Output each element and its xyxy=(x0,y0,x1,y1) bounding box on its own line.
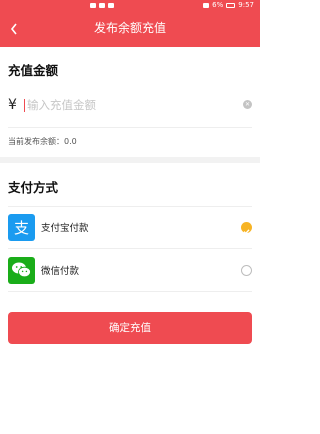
wechat-icon xyxy=(8,256,35,284)
amount-input-row: ¥ ✕ xyxy=(8,91,252,119)
divider xyxy=(8,206,252,207)
title-bar: 发布余额充值 xyxy=(0,10,260,47)
clear-icon[interactable]: ✕ xyxy=(243,100,252,109)
payment-option-label: 微信付款 xyxy=(41,266,80,277)
current-balance: 当前发布余额：0.0 xyxy=(8,137,77,146)
amount-input[interactable] xyxy=(27,98,227,112)
alipay-icon: 支 xyxy=(8,213,35,241)
currency-symbol: ¥ xyxy=(8,97,17,113)
radio-unchecked-icon[interactable] xyxy=(241,265,252,276)
payment-option-wechat[interactable]: 微信付款 xyxy=(8,256,252,284)
radio-checked-icon[interactable] xyxy=(241,222,252,235)
eye-icon xyxy=(203,2,210,8)
message-icon xyxy=(108,2,114,8)
text-cursor xyxy=(24,98,25,112)
status-bar: 6% 9:57 xyxy=(0,0,260,10)
notification-icon xyxy=(99,2,105,8)
svg-text:支: 支 xyxy=(14,219,29,237)
status-time: 9:57 xyxy=(238,1,254,9)
divider xyxy=(8,248,252,249)
status-icons-right: 6% 9:57 xyxy=(203,0,254,10)
recharge-section-title: 充值金额 xyxy=(8,63,59,78)
payment-option-alipay[interactable]: 支 支付宝付款 xyxy=(8,213,252,241)
battery-level: 6% xyxy=(212,1,224,9)
divider xyxy=(8,291,252,292)
divider xyxy=(8,127,252,128)
page-title: 发布余额充值 xyxy=(93,21,166,35)
confirm-recharge-button[interactable]: 确定充值 xyxy=(8,312,252,344)
battery-icon xyxy=(226,2,236,8)
payment-option-label: 支付宝付款 xyxy=(41,223,89,234)
notification-icon xyxy=(90,2,96,8)
status-icons-left xyxy=(90,0,114,10)
payment-section-title: 支付方式 xyxy=(8,180,59,195)
section-separator xyxy=(0,157,260,163)
